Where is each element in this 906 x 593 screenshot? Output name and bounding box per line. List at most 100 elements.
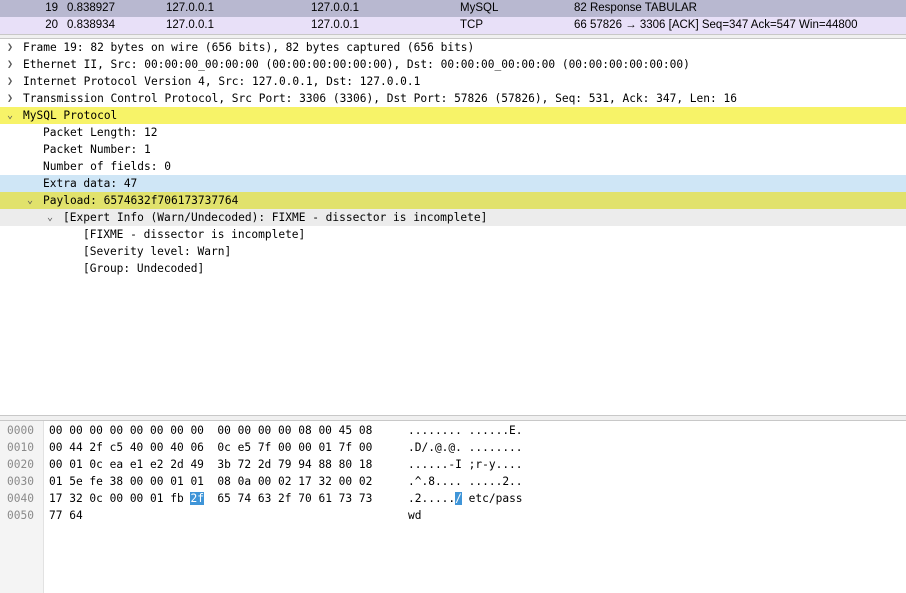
tree-item-label: [Severity level: Warn] [83,245,232,258]
bytes-hex[interactable]: 00 44 2f c5 40 00 40 06 0c e5 7f 00 00 0… [49,439,372,456]
ascii-group-a: .D/.@.@. [408,441,462,454]
bytes-offset: 0010 [7,441,34,454]
bytes-hex[interactable]: 00 00 00 00 00 00 00 00 00 00 00 00 08 0… [49,422,372,439]
packet-details-tree[interactable]: ❯ Frame 19: 82 bytes on wire (656 bits),… [0,39,906,415]
bytes-row-0040[interactable]: 0040 17 32 0c 00 00 01 fb 2f 65 74 63 2f… [0,490,906,507]
ascii-group-a: ......-I [408,458,462,471]
tree-item-payload[interactable]: ⌄ Payload: 6574632f706173737764 [0,192,906,209]
packet-time: 0.838934 [67,19,115,31]
bytes-row-0020[interactable]: 0020 00 01 0c ea e1 e2 2d 49 3b 72 2d 79… [0,456,906,473]
bytes-row-0050[interactable]: 0050 77 64 wd [0,507,906,524]
packet-info: 82 Response TABULAR [574,2,697,14]
tree-item-number-of-fields[interactable]: Number of fields: 0 [0,158,906,175]
chevron-right-icon[interactable]: ❯ [5,90,15,107]
hex-group-a: 00 00 00 00 00 00 00 00 [49,424,204,437]
ascii-group-a: wd [408,509,422,522]
ascii-group-a: .2..... [408,492,456,505]
chevron-down-icon[interactable]: ⌄ [45,209,55,226]
hex-group-b: 0c e5 7f 00 00 01 7f 00 [217,441,373,454]
tree-item-label: Packet Length: 12 [43,126,158,139]
bytes-offset: 0020 [7,458,34,471]
bytes-ascii[interactable]: .D/.@.@. ........ [408,439,523,456]
tree-item-tcp[interactable]: ❯ Transmission Control Protocol, Src Por… [0,90,906,107]
packet-protocol: MySQL [460,2,499,14]
chevron-down-icon[interactable]: ⌄ [5,107,15,124]
tree-item-fixme[interactable]: [FIXME - dissector is incomplete] [0,226,906,243]
tree-item-label: Ethernet II, Src: 00:00:00_00:00:00 (00:… [23,58,690,71]
tree-item-group[interactable]: [Group: Undecoded] [0,260,906,277]
packet-bytes-pane[interactable]: 0000 00 00 00 00 00 00 00 00 00 00 00 00… [0,421,906,593]
ascii-group-b: etc/pass [468,492,523,505]
chevron-right-icon[interactable]: ❯ [5,39,15,56]
bytes-ascii[interactable]: .2...../ etc/pass [408,490,523,507]
tree-item-label: Number of fields: 0 [43,160,171,173]
packet-number: 20 [45,19,58,31]
packet-time: 0.838927 [67,2,115,14]
hex-group-b: 00 00 00 00 08 00 45 08 [217,424,373,437]
ascii-group-a: ........ [408,424,462,437]
tree-item-frame[interactable]: ❯ Frame 19: 82 bytes on wire (656 bits),… [0,39,906,56]
hex-group-a: 00 44 2f c5 40 00 40 06 [49,441,204,454]
bytes-hex[interactable]: 77 64 [49,507,83,524]
tree-item-label: [FIXME - dissector is incomplete] [83,228,306,241]
chevron-right-icon[interactable]: ❯ [5,56,15,73]
packet-source: 127.0.0.1 [166,2,214,14]
tree-item-label: Payload: 6574632f706173737764 [43,194,239,207]
bytes-row-0010[interactable]: 0010 00 44 2f c5 40 00 40 06 0c e5 7f 00… [0,439,906,456]
tree-item-label: Packet Number: 1 [43,143,151,156]
tree-item-label: Transmission Control Protocol, Src Port:… [23,92,737,105]
packet-info: 66 57826 → 3306 [ACK] Seq=347 Ack=547 Wi… [574,19,858,31]
tree-item-packet-number[interactable]: Packet Number: 1 [0,141,906,158]
hex-group-a: 77 64 [49,509,83,522]
bytes-hex[interactable]: 17 32 0c 00 00 01 fb 2f 65 74 63 2f 70 6… [49,490,372,507]
packet-destination: 127.0.0.1 [311,19,359,31]
bytes-offset: 0050 [7,509,34,522]
bytes-ascii[interactable]: ......-I ;r-y.... [408,456,523,473]
bytes-hex[interactable]: 00 01 0c ea e1 e2 2d 49 3b 72 2d 79 94 8… [49,456,372,473]
chevron-right-icon[interactable]: ❯ [5,73,15,90]
packet-row-20[interactable]: 20 0.838934 127.0.0.1 127.0.0.1 TCP 66 5… [0,17,906,34]
packet-protocol: TCP [460,19,483,31]
tree-item-label: [Group: Undecoded] [83,262,205,275]
bytes-offset: 0040 [7,492,34,505]
tree-item-extra-data[interactable]: Extra data: 47 [0,175,906,192]
hex-group-b: 65 74 63 2f 70 61 73 73 [217,492,373,505]
bytes-row-0000[interactable]: 0000 00 00 00 00 00 00 00 00 00 00 00 00… [0,422,906,439]
bytes-hex[interactable]: 01 5e fe 38 00 00 01 01 08 0a 00 02 17 3… [49,473,372,490]
tree-item-ipv4[interactable]: ❯ Internet Protocol Version 4, Src: 127.… [0,73,906,90]
packet-source: 127.0.0.1 [166,19,214,31]
selected-hex-byte[interactable]: 2f [190,492,204,505]
tree-item-expert-info[interactable]: ⌄ [Expert Info (Warn/Undecoded): FIXME -… [0,209,906,226]
packet-destination: 127.0.0.1 [311,2,359,14]
bytes-ascii[interactable]: wd [408,507,421,524]
packet-number: 19 [45,2,58,14]
bytes-ascii[interactable]: ........ ......E. [408,422,523,439]
tree-item-ethernet[interactable]: ❯ Ethernet II, Src: 00:00:00_00:00:00 (0… [0,56,906,73]
packet-list[interactable]: 19 0.838927 127.0.0.1 127.0.0.1 MySQL 82… [0,0,906,34]
bytes-row-0030[interactable]: 0030 01 5e fe 38 00 00 01 01 08 0a 00 02… [0,473,906,490]
chevron-down-icon[interactable]: ⌄ [25,192,35,209]
ascii-group-b: ......E. [468,424,523,437]
ascii-group-b: .....2.. [468,475,523,488]
ascii-group-a: .^.8.... [408,475,462,488]
tree-item-mysql-protocol[interactable]: ⌄ MySQL Protocol [0,107,906,124]
tree-item-label: Extra data: 47 [43,177,138,190]
tree-item-label: MySQL Protocol [23,109,118,122]
hex-group-b: 3b 72 2d 79 94 88 80 18 [217,458,373,471]
bytes-ascii[interactable]: .^.8.... .....2.. [408,473,523,490]
hex-group-a: 01 5e fe 38 00 00 01 01 [49,475,204,488]
hex-group-a: 00 01 0c ea e1 e2 2d 49 [49,458,204,471]
hex-group-b: 08 0a 00 02 17 32 00 02 [217,475,373,488]
ascii-group-b: ........ [468,441,523,454]
tree-item-label: [Expert Info (Warn/Undecoded): FIXME - d… [63,211,488,224]
hex-group-a: 17 32 0c 00 00 01 fb [49,492,191,505]
packet-row-19[interactable]: 19 0.838927 127.0.0.1 127.0.0.1 MySQL 82… [0,0,906,17]
selected-ascii-byte[interactable]: / [455,492,462,505]
bytes-offset: 0000 [7,424,34,437]
tree-item-severity[interactable]: [Severity level: Warn] [0,243,906,260]
tree-item-packet-length[interactable]: Packet Length: 12 [0,124,906,141]
ascii-group-b: ;r-y.... [468,458,523,471]
tree-item-label: Frame 19: 82 bytes on wire (656 bits), 8… [23,41,475,54]
tree-item-label: Internet Protocol Version 4, Src: 127.0.… [23,75,421,88]
bytes-offset: 0030 [7,475,34,488]
